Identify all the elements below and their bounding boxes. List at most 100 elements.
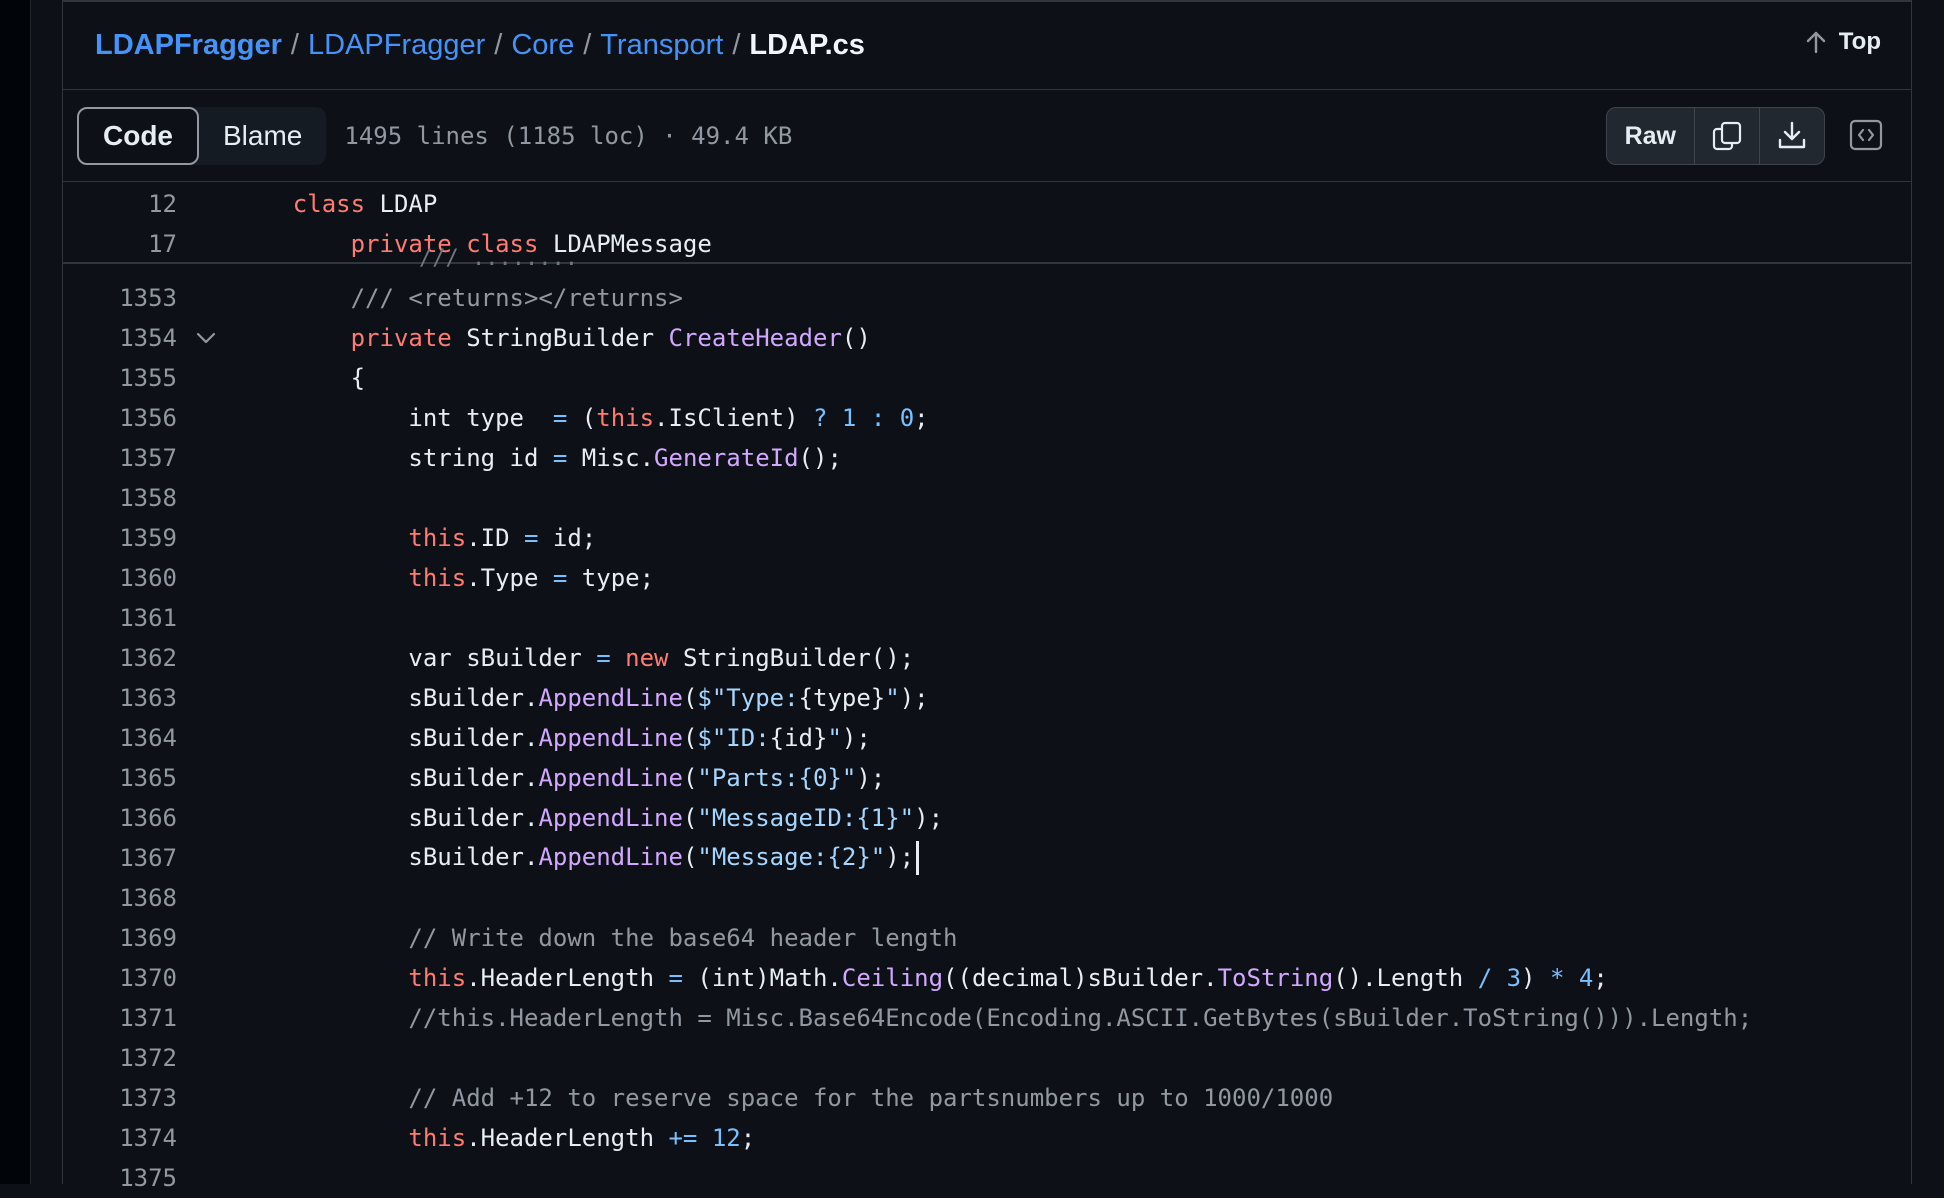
file-meta: 1495 lines (1185 loc) · 49.4 KB [344, 121, 793, 150]
line-number[interactable]: 1375 [63, 1164, 177, 1192]
code-line: 1367 sBuilder.AppendLine("Message:{2}"); [63, 838, 1911, 878]
code-text: int type = (this.IsClient) ? 1 : 0; [235, 404, 929, 432]
code-line: 1364 sBuilder.AppendLine($"ID:{id}"); [63, 718, 1911, 758]
code-line: 1355 { [63, 358, 1911, 398]
code-line: 1360 this.Type = type; [63, 558, 1911, 598]
line-number[interactable]: 1370 [63, 964, 177, 992]
line-number[interactable]: 1366 [63, 804, 177, 832]
code-text: sBuilder.AppendLine("MessageID:{1}"); [235, 804, 944, 832]
line-number[interactable]: 1355 [63, 364, 177, 392]
code-text: this.Type = type; [408, 564, 655, 592]
line-number[interactable]: 1367 [63, 844, 177, 872]
line-number[interactable]: 1357 [63, 444, 177, 472]
sticky-line: 12 class LDAP [63, 184, 1911, 224]
code-text: sBuilder.AppendLine("Parts:{0}"); [235, 764, 886, 792]
tab-blame[interactable]: Blame [199, 107, 326, 165]
code-line: 1374 this.HeaderLength += 12; [63, 1118, 1911, 1158]
file-header: LDAPFragger / LDAPFragger / Core / Trans… [63, 2, 1911, 90]
code-line: 1368 [63, 878, 1911, 918]
code-text: private StringBuilder CreateHeader() [350, 324, 871, 352]
breadcrumb: LDAPFragger / LDAPFragger / Core / Trans… [95, 29, 865, 62]
fold-gutter[interactable] [177, 331, 235, 345]
text-cursor [916, 841, 920, 875]
code-text: string id = Misc.GenerateId(); [235, 444, 842, 472]
code-text: sBuilder.AppendLine($"ID:{id}"); [235, 724, 871, 752]
code-line: 1369 // Write down the base64 header len… [63, 918, 1911, 958]
code-text: //this.HeaderLength = Misc.Base64Encode(… [408, 1004, 1753, 1032]
breadcrumb-folder-link[interactable]: Transport [600, 29, 723, 62]
line-number[interactable]: 1360 [63, 564, 177, 592]
code-line: 1370 this.HeaderLength = (int)Math.Ceili… [63, 958, 1911, 998]
code-line: 1353 /// <returns></returns> [63, 278, 1911, 318]
line-number[interactable]: 1358 [63, 484, 177, 512]
breadcrumb-folder-link[interactable]: Core [511, 29, 574, 62]
line-number[interactable]: 1374 [63, 1124, 177, 1152]
file-toolbar: Code Blame 1495 lines (1185 loc) · 49.4 … [63, 90, 1911, 182]
raw-button[interactable]: Raw [1607, 108, 1694, 164]
line-number[interactable]: 1373 [63, 1084, 177, 1112]
tab-code[interactable]: Code [77, 106, 199, 165]
line-number[interactable]: 1365 [63, 764, 177, 792]
file-actions: Raw [1605, 107, 1825, 165]
code-line: 1358 [63, 478, 1911, 518]
code-text: this.ID = id; [408, 524, 597, 552]
code-line: 1354 private StringBuilder CreateHeader(… [63, 318, 1911, 358]
file-viewer: LDAPFragger / LDAPFragger / Core / Trans… [62, 0, 1912, 1192]
code-text: /// <returns></returns> [350, 284, 683, 312]
code-line: 1366 sBuilder.AppendLine("MessageID:{1}"… [63, 798, 1911, 838]
line-number[interactable]: 1363 [63, 684, 177, 712]
breadcrumb-separator: / [290, 29, 299, 61]
view-toggle: Code Blame [77, 106, 327, 165]
breadcrumb-current-file: LDAP.cs [749, 29, 865, 61]
code-text: class LDAP [292, 190, 438, 218]
line-number[interactable]: 1371 [63, 1004, 177, 1032]
line-number[interactable]: 12 [63, 190, 177, 218]
download-icon [1778, 121, 1806, 149]
line-number[interactable]: 1372 [63, 1044, 177, 1072]
code-line: 1361 [63, 598, 1911, 638]
code-text: sBuilder.AppendLine($"Type:{type}"); [235, 684, 929, 712]
line-number[interactable]: 1354 [63, 324, 177, 352]
copy-button[interactable] [1694, 108, 1759, 164]
left-rail [0, 0, 31, 1184]
line-number[interactable]: 1361 [63, 604, 177, 632]
line-number[interactable]: 1356 [63, 404, 177, 432]
code-line: 1365 sBuilder.AppendLine("Parts:{0}"); [63, 758, 1911, 798]
breadcrumb-separator: / [583, 29, 592, 61]
code-text: this.HeaderLength += 12; [408, 1124, 756, 1152]
sticky-line: 17 private class LDAPMessage [63, 224, 1911, 262]
code-line: 1363 sBuilder.AppendLine($"Type:{type}")… [63, 678, 1911, 718]
line-number[interactable]: 1368 [63, 884, 177, 912]
line-number[interactable]: 1353 [63, 284, 177, 312]
code-line: 1359 this.ID = id; [63, 518, 1911, 558]
code-text: // Write down the base64 header length [408, 924, 958, 952]
copy-icon [1712, 121, 1742, 151]
code-line: 1372 [63, 1038, 1911, 1078]
line-number[interactable]: 17 [63, 230, 177, 258]
download-button[interactable] [1759, 108, 1824, 164]
top-button-label: Top [1838, 28, 1881, 55]
breadcrumb-repo-link[interactable]: LDAPFragger [95, 29, 282, 62]
line-number[interactable]: 1364 [63, 724, 177, 752]
chevron-down-icon[interactable] [195, 331, 217, 345]
line-number[interactable]: 1362 [63, 644, 177, 672]
breadcrumb-folder-link[interactable]: LDAPFragger [308, 29, 485, 62]
breadcrumb-separator: / [732, 29, 741, 61]
line-number[interactable]: 1359 [63, 524, 177, 552]
code-embed-icon [1849, 119, 1883, 151]
symbols-panel-button[interactable] [1843, 112, 1889, 158]
code-line: 1362 var sBuilder = new StringBuilder(); [63, 638, 1911, 678]
code-text: sBuilder.AppendLine("Message:{2}"); [235, 841, 920, 875]
line-number[interactable]: 1369 [63, 924, 177, 952]
code-text: { [235, 364, 366, 392]
code-text: var sBuilder = new StringBuilder(); [235, 644, 915, 672]
arrow-up-icon [1806, 31, 1825, 54]
code-view: /// ........ 1353 /// <returns></returns… [63, 246, 1911, 1198]
breadcrumb-separator: / [494, 29, 503, 61]
sticky-scope-header: 12 class LDAP 17 private class LDAPMessag… [63, 182, 1911, 264]
scrolled-partial-line: /// ........ [419, 246, 578, 271]
top-button[interactable]: Top [1805, 28, 1881, 56]
code-line: 1356 int type = (this.IsClient) ? 1 : 0; [63, 398, 1911, 438]
code-line: 1373 // Add +12 to reserve space for the… [63, 1078, 1911, 1118]
code-line: 1357 string id = Misc.GenerateId(); [63, 438, 1911, 478]
